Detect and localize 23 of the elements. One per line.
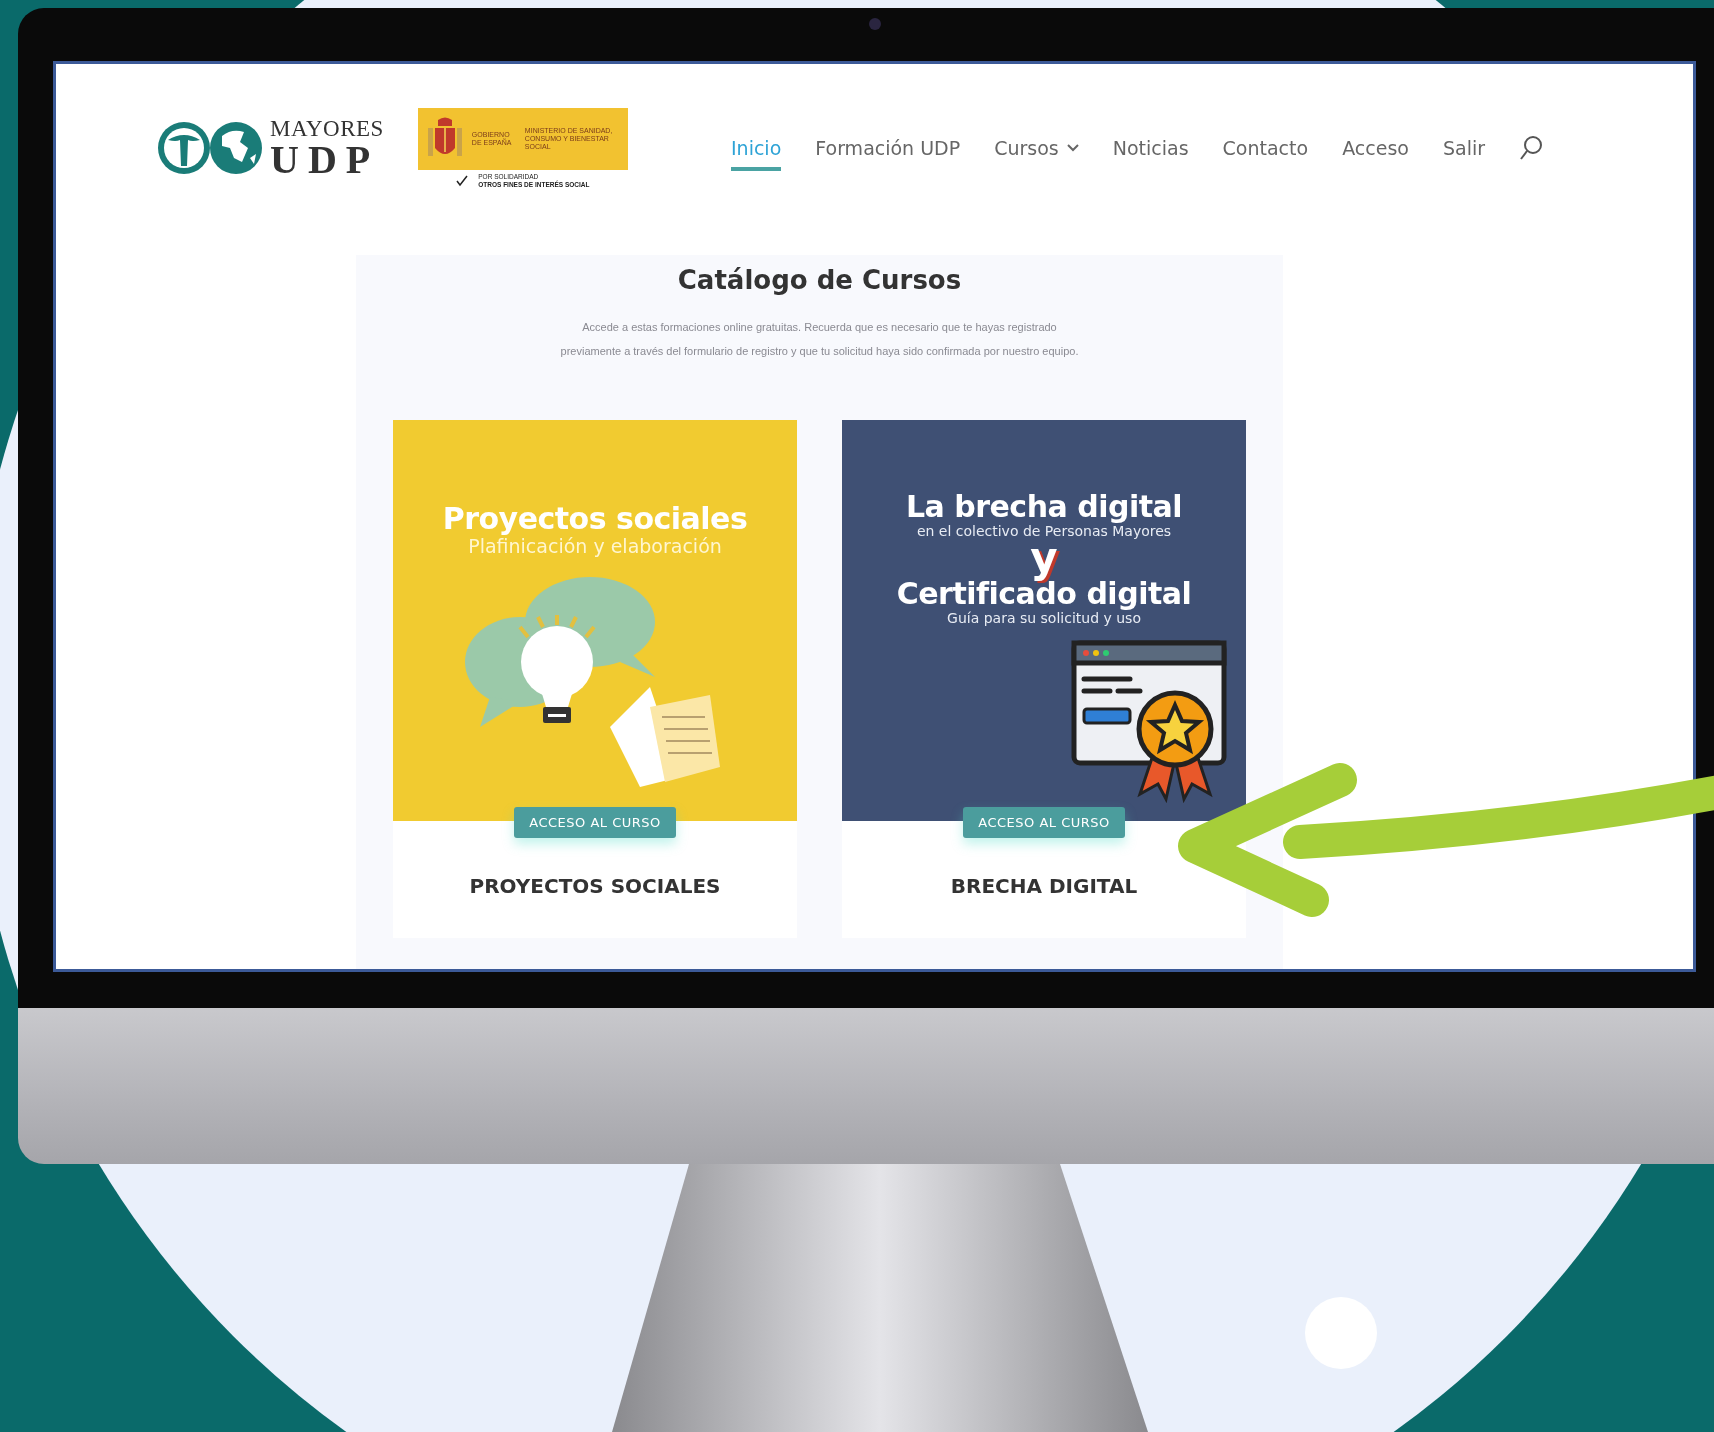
nav-link[interactable]: Noticias	[1112, 129, 1189, 172]
catalog-title: Catálogo de Cursos	[677, 264, 962, 295]
course-title: BRECHA DIGITAL	[950, 873, 1138, 898]
chevron-down-icon	[1066, 144, 1079, 153]
nav-link[interactable]: Contacto	[1222, 129, 1309, 172]
banner-title: La brecha digital	[905, 489, 1183, 523]
nav-link[interactable]: Salir	[1442, 129, 1485, 172]
access-course-button[interactable]: ACCESO AL CURSO	[963, 806, 1125, 838]
check-icon	[456, 174, 469, 187]
nav-link[interactable]: Inicio	[731, 129, 782, 172]
logo-text: MAYORES	[270, 116, 384, 140]
nav-link[interactable]: Cursos	[994, 129, 1079, 172]
banner-subtitle: Guía para su solicitud y uso	[947, 610, 1141, 627]
search-icon[interactable]	[1519, 135, 1543, 162]
course-title: PROYECTOS SOCIALES	[469, 873, 721, 898]
banner-title: Proyectos sociales	[442, 501, 748, 535]
banner-subtitle: en el colectivo de Personas Mayores	[916, 522, 1172, 540]
banner-subtitle: Plafinicación y elaboración	[468, 534, 722, 558]
logo-text: UDP	[270, 139, 381, 180]
catalog-description: Accede a estas formaciones online gratuitas. Recuerda que es necesario que te hayas registrado previamente a través del formulario de registro y que tu solicitud haya sido confirmada por nuestro equipo.	[559, 319, 1080, 360]
access-course-button[interactable]: ACCESO AL CURSO	[514, 806, 676, 838]
nav-link[interactable]: Acceso	[1342, 129, 1409, 172]
nav-link[interactable]: Formación UDP	[815, 129, 961, 172]
